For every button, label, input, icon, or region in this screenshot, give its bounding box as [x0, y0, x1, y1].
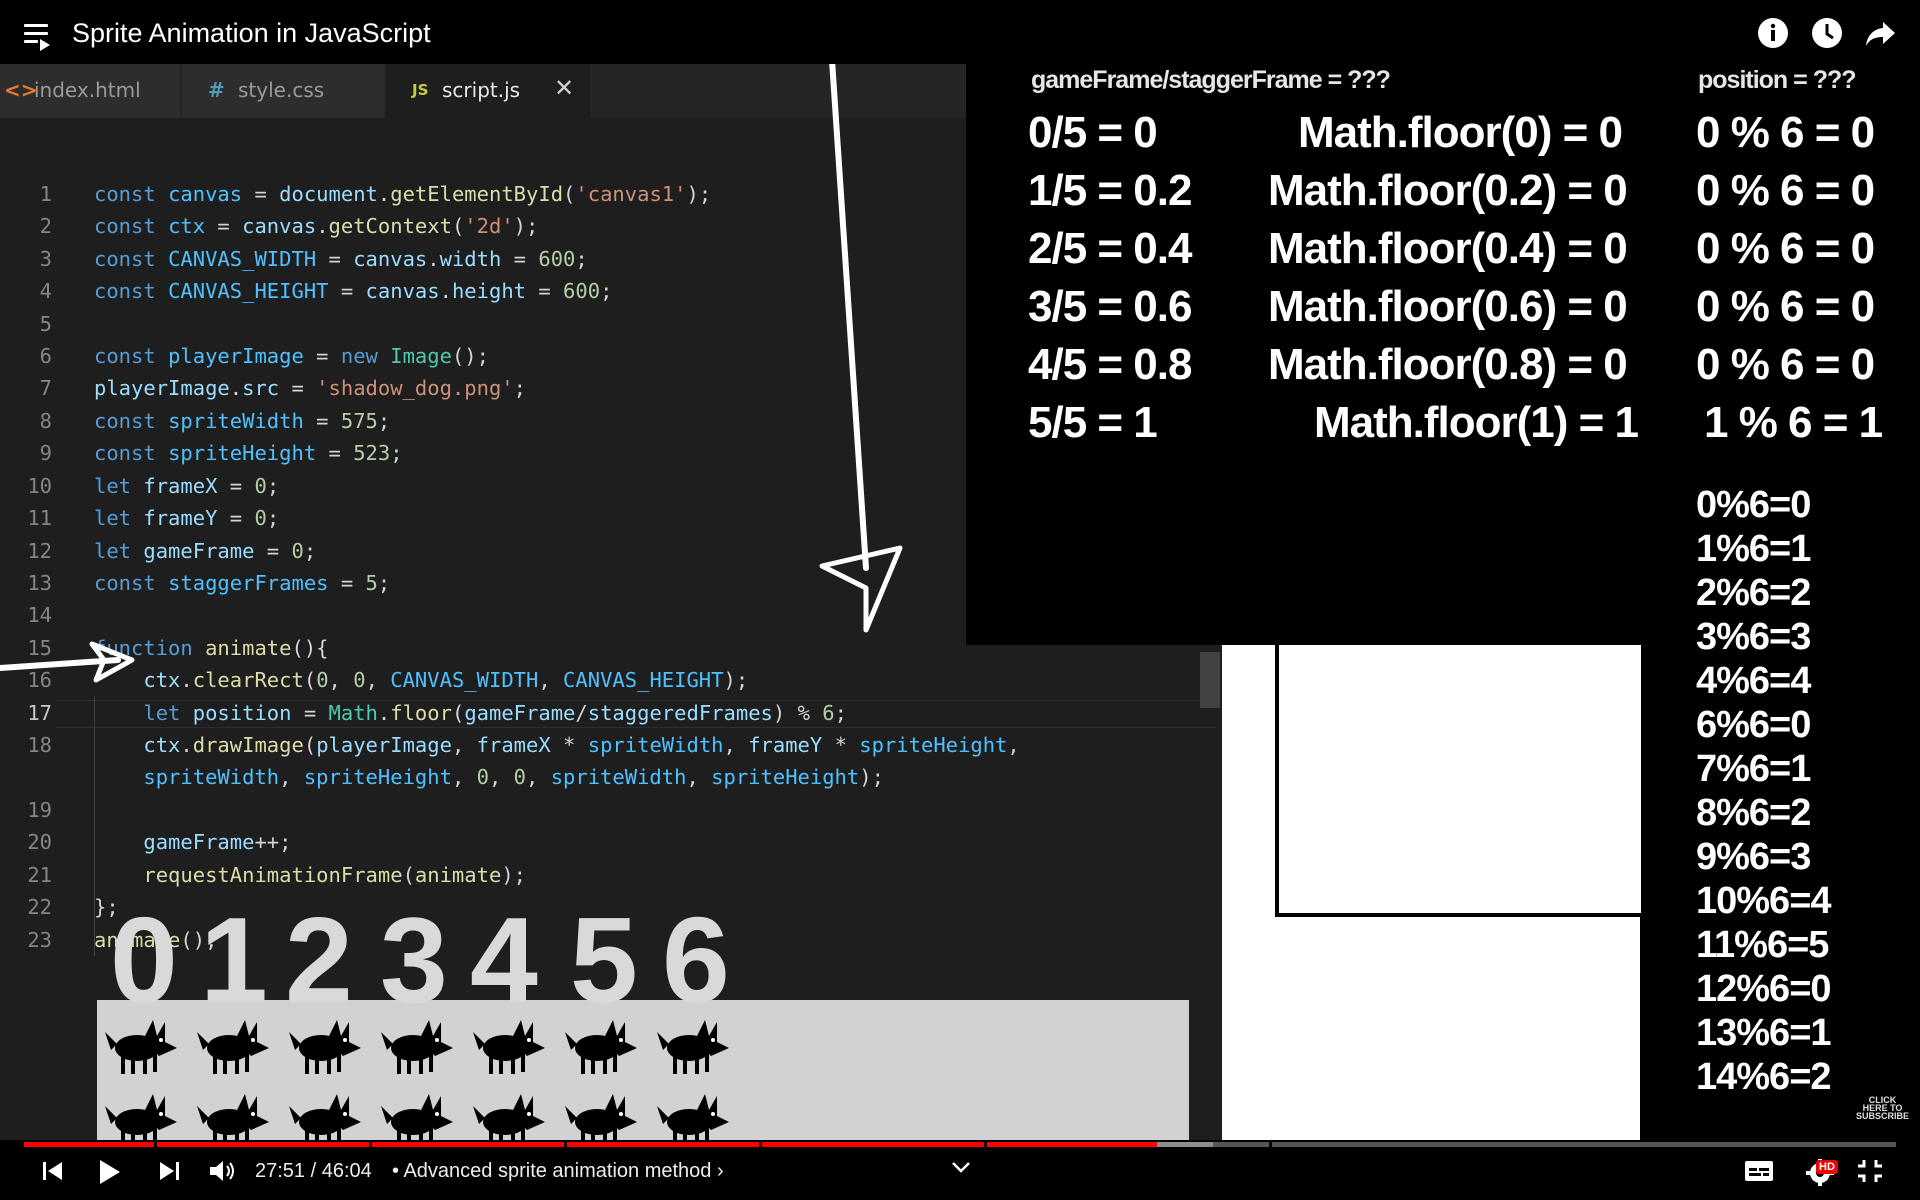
annotation-arrows [0, 57, 903, 683]
chapter-marker [984, 1142, 987, 1147]
previous-icon[interactable] [40, 1158, 66, 1184]
chapter-marker [369, 1142, 372, 1147]
volume-icon[interactable] [208, 1158, 236, 1184]
chevron-down-icon[interactable] [950, 1160, 972, 1174]
watch-later-icon[interactable] [1810, 16, 1844, 50]
subscribe-watermark[interactable]: CLICK HERE TO SUBSCRIBE [1856, 1096, 1910, 1121]
hd-badge: HD [1816, 1160, 1838, 1174]
playlist-icon[interactable] [24, 24, 56, 51]
play-icon[interactable] [96, 1158, 122, 1186]
chapter-marker [154, 1142, 157, 1147]
chapter-title[interactable]: • Advanced sprite animation method › [392, 1160, 724, 1183]
chapter-marker [1269, 1142, 1272, 1147]
chapter-marker [564, 1142, 567, 1147]
subscribe-line: SUBSCRIBE [1856, 1111, 1910, 1121]
next-icon[interactable] [156, 1158, 182, 1184]
share-icon[interactable] [1864, 16, 1898, 50]
chapter-marker [759, 1142, 762, 1147]
exit-fullscreen-icon[interactable] [1856, 1158, 1884, 1184]
progress-bar[interactable] [24, 1142, 1896, 1147]
info-icon[interactable] [1756, 16, 1790, 50]
captions-icon[interactable] [1744, 1158, 1774, 1184]
video-title[interactable]: Sprite Animation in JavaScript [72, 18, 431, 49]
chapter-arrow-icon: › [716, 1160, 724, 1182]
time-display: 27:51 / 46:04 [255, 1160, 372, 1182]
chapter-label: • Advanced sprite animation method [392, 1160, 712, 1182]
video-title-bar: Sprite Animation in JavaScript [0, 0, 1920, 64]
